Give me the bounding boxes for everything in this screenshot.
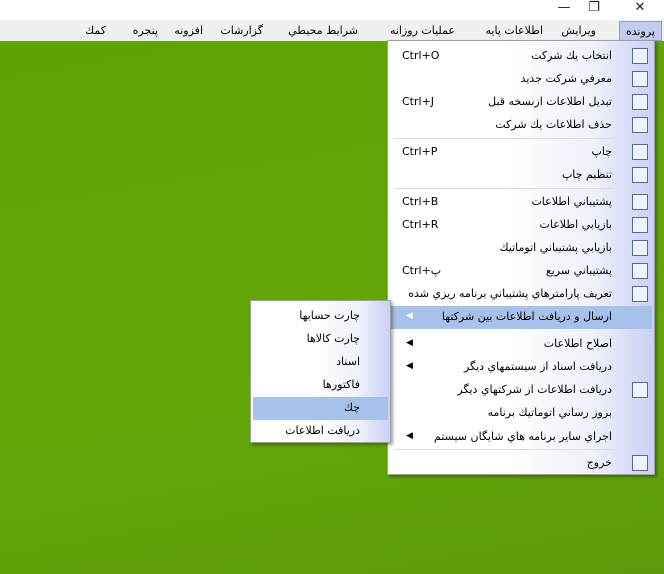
- console-icon: [632, 94, 648, 110]
- file-menu-item[interactable]: دريافت اسناد از سيستمهاي ديگر ◀: [390, 356, 652, 379]
- submenu-item-label: چارت كالاها: [306, 332, 360, 345]
- shortcut-label: Ctrl+P: [402, 145, 438, 158]
- excel-icon: [632, 382, 648, 398]
- file-menu-item[interactable]: تنظيم چاپ: [390, 164, 652, 187]
- restore-button[interactable]: ❐: [574, 0, 614, 18]
- file-menu-item[interactable]: معرفي شركت جديد: [390, 68, 652, 91]
- menu-0[interactable]: پرونده: [618, 21, 662, 41]
- file-menu-item[interactable]: بازيابي پشتيباني اتوماتيك: [390, 237, 652, 260]
- shortcut-label: Ctrl+O: [402, 49, 440, 62]
- quick-backup-icon: [632, 263, 648, 279]
- file-menu-item[interactable]: بروز رساني اتوماتيك برنامه: [390, 402, 652, 425]
- menu-item-label: تعريف پارامترهاي پشتيباني برنامه ريزي شد…: [408, 287, 612, 300]
- close-button[interactable]: ✕: [620, 0, 660, 18]
- shortcut-label: Ctrl+R: [402, 218, 439, 231]
- submenu-item-label: اسناد: [336, 355, 360, 368]
- submenu-item-label: دريافت اطلاعات: [285, 424, 360, 437]
- submenu-arrow-icon: ◀: [406, 431, 413, 441]
- transfer-submenu: چارت حسابها چارت كالاها اسناد فاكتورها چك دري…: [250, 300, 391, 443]
- submenu-item-label: چارت حسابها: [299, 309, 360, 322]
- exit-door-icon: [632, 455, 648, 471]
- title-bar: — ❐ ✕: [0, 0, 664, 20]
- file-menu-item[interactable]: ارسال و دريافت اطلاعات بين شركتها ◀: [390, 306, 652, 329]
- menu-item-label: بروز رساني اتوماتيك برنامه: [487, 406, 612, 419]
- submenu-item[interactable]: دريافت اطلاعات: [253, 420, 388, 443]
- menu-4[interactable]: شرايط محيطي: [282, 21, 364, 41]
- file-menu-item[interactable]: پشتيباني سريع Ctrl+پ: [390, 260, 652, 283]
- submenu-arrow-icon: ◀: [406, 361, 413, 371]
- delete-document-icon: [632, 117, 648, 133]
- file-menu-item[interactable]: چاپ Ctrl+P: [390, 141, 652, 164]
- menu-8[interactable]: كمك: [79, 21, 112, 41]
- file-menu-item[interactable]: اصلاح اطلاعات ◀: [390, 333, 652, 356]
- menu-separator: [394, 449, 614, 450]
- menu-item-label: معرفي شركت جديد: [520, 72, 612, 85]
- schedule-icon: [632, 286, 648, 302]
- menu-3[interactable]: عمليات روزانه: [384, 21, 461, 41]
- menu-item-label: اصلاح اطلاعات: [543, 337, 612, 350]
- file-menu-item[interactable]: تعريف پارامترهاي پشتيباني برنامه ريزي شد…: [390, 283, 652, 306]
- menu-item-label: حذف اطلاعات يك شركت: [495, 118, 612, 131]
- file-menu-item[interactable]: انتخاب يك شركت Ctrl+O: [390, 45, 652, 68]
- print-setup-icon: [632, 167, 648, 183]
- file-menu-item[interactable]: پشتيباني اطلاعات Ctrl+B: [390, 191, 652, 214]
- clock-icon: [632, 240, 648, 256]
- submenu-item-label: چك: [343, 401, 360, 414]
- submenu-item[interactable]: چارت حسابها: [253, 305, 388, 328]
- menu-item-label: ارسال و دريافت اطلاعات بين شركتها: [441, 310, 612, 323]
- menu-6[interactable]: افزونه: [168, 21, 209, 41]
- submenu-item[interactable]: چارت كالاها: [253, 328, 388, 351]
- menu-item-label: تنظيم چاپ: [561, 168, 612, 181]
- file-menu-item[interactable]: بازيابي اطلاعات Ctrl+R: [390, 214, 652, 237]
- menu-7[interactable]: پنجره: [127, 21, 164, 41]
- backup-icon: [632, 194, 648, 210]
- file-menu: انتخاب يك شركت Ctrl+O معرفي شركت جديد تبديل…: [387, 40, 655, 475]
- new-document-icon: [632, 71, 648, 87]
- grid-icon: [632, 48, 648, 64]
- menu-item-label: بازيابي پشتيباني اتوماتيك: [499, 241, 612, 254]
- menu-item-label: خروج: [586, 456, 612, 469]
- file-menu-item[interactable]: حذف اطلاعات يك شركت: [390, 114, 652, 137]
- submenu-item[interactable]: چك: [253, 397, 388, 420]
- menu-item-label: پشتيباني اطلاعات: [531, 195, 612, 208]
- menu-1[interactable]: ويرايش: [555, 21, 602, 41]
- menu-item-label: تبديل اطلاعات ازنسخه قبل: [488, 95, 612, 108]
- menu-2[interactable]: اطلاعات پايه: [479, 21, 549, 41]
- file-menu-item[interactable]: خروج: [390, 452, 652, 475]
- submenu-item[interactable]: اسناد: [253, 351, 388, 374]
- menu-item-label: بازيابي اطلاعات: [539, 218, 612, 231]
- file-menu-item[interactable]: اجراي ساير برنامه هاي شايگان سيستم ◀: [390, 426, 652, 449]
- menu-item-label: اجراي ساير برنامه هاي شايگان سيستم: [434, 430, 612, 443]
- shortcut-label: Ctrl+J: [402, 95, 435, 108]
- submenu-arrow-icon: ◀: [406, 311, 413, 321]
- submenu-item[interactable]: فاكتورها: [253, 374, 388, 397]
- file-menu-item[interactable]: تبديل اطلاعات ازنسخه قبل Ctrl+J: [390, 91, 652, 114]
- menu-5[interactable]: گزارشات: [214, 21, 269, 41]
- menu-separator: [394, 188, 614, 189]
- file-menu-item[interactable]: دريافت اطلاعات از شركتهاي ديگر: [390, 379, 652, 402]
- submenu-arrow-icon: ◀: [406, 338, 413, 348]
- menu-item-label: پشتيباني سريع: [545, 264, 612, 277]
- menu-bar: پرونده ويرايش اطلاعات پايه عمليات روزانه شرا…: [0, 20, 664, 41]
- shortcut-label: Ctrl+پ: [402, 264, 442, 277]
- restore-icon: [632, 217, 648, 233]
- submenu-item-label: فاكتورها: [322, 378, 360, 391]
- menu-item-label: چاپ: [591, 145, 612, 158]
- menu-item-label: دريافت اسناد از سيستمهاي ديگر: [463, 360, 612, 373]
- menu-separator: [394, 138, 614, 139]
- shortcut-label: Ctrl+B: [402, 195, 439, 208]
- menu-item-label: دريافت اطلاعات از شركتهاي ديگر: [457, 383, 612, 396]
- menu-item-label: انتخاب يك شركت: [531, 49, 612, 62]
- printer-icon: [632, 144, 648, 160]
